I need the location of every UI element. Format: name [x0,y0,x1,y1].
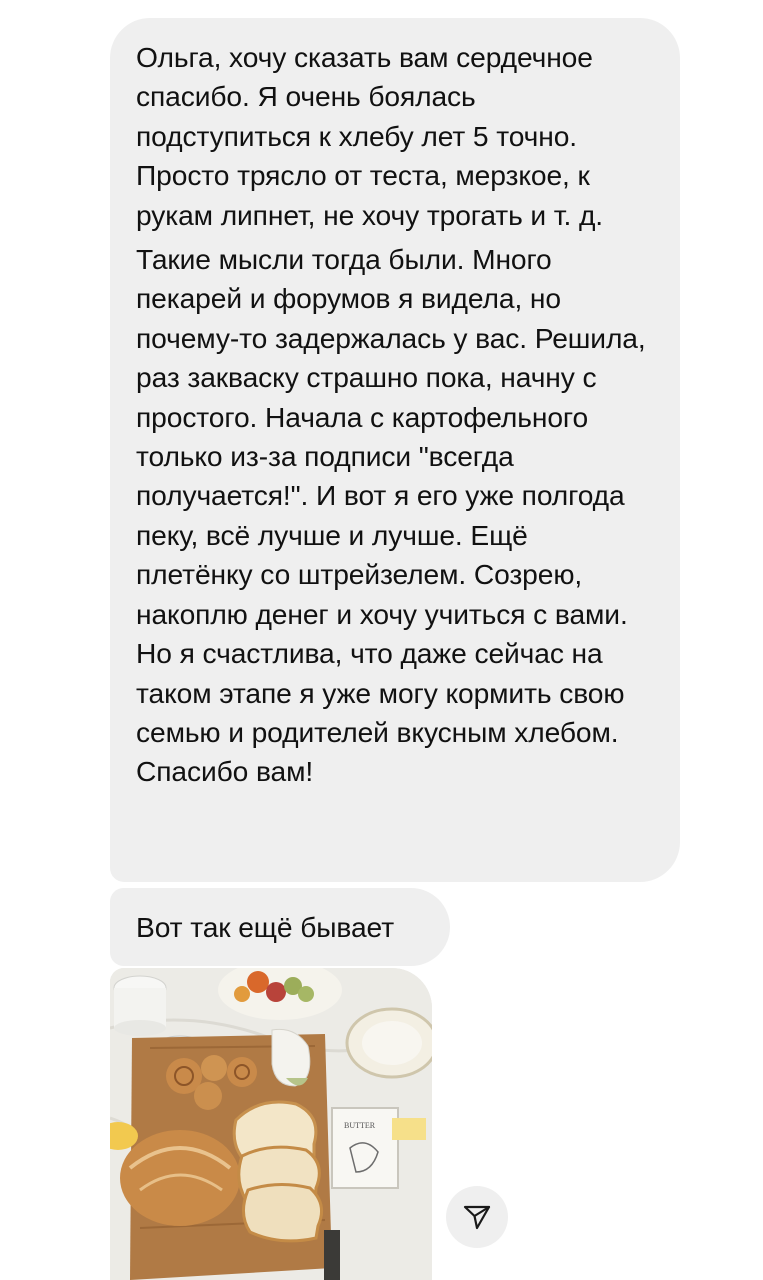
photo-attachment[interactable]: BUTTER [110,968,432,1280]
paper-plane-icon [463,1205,491,1230]
butter-jar-label: BUTTER [344,1121,376,1130]
bread-table-photo: BUTTER [110,968,432,1280]
share-button[interactable] [446,1186,508,1248]
message-paragraph-2: Такие мысли тогда были. Много пекарей и … [136,243,646,788]
message-bubble-short[interactable]: Вот так ещё бывает [110,888,450,966]
message-paragraph-1: Ольга, хочу сказать вам сердечное спасиб… [136,41,604,231]
message-text: Вот так ещё бывает [136,910,394,943]
message-bubble-long[interactable]: Ольга, хочу сказать вам сердечное спасиб… [110,18,680,882]
